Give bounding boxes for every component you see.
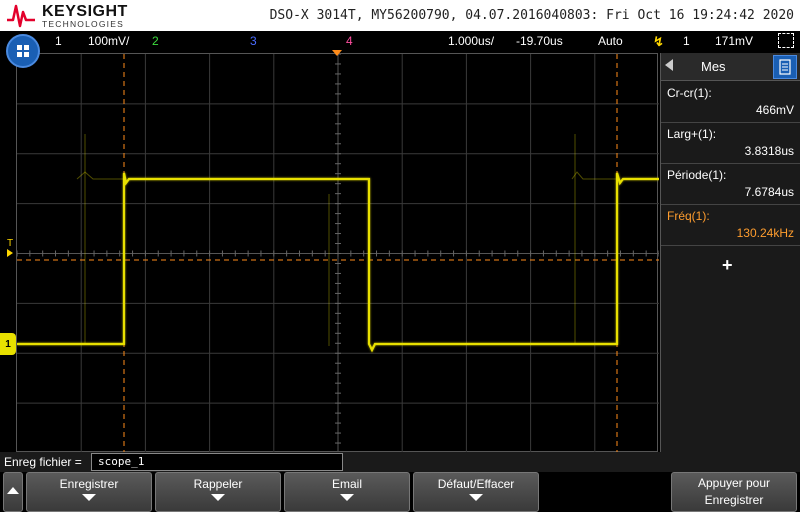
horizontal-delay[interactable]: -19.70us	[516, 34, 563, 48]
grid-menu-icon	[17, 45, 29, 57]
softkey-label-line2: Enregistrer	[704, 493, 764, 507]
ghost-trace	[76, 171, 124, 180]
up-arrow-icon	[7, 487, 19, 494]
measurement-list-icon[interactable]	[773, 55, 797, 79]
measurement-item-frequency[interactable]: Fréq(1): 130.24kHz	[661, 206, 800, 246]
measurement-value: 466mV	[755, 103, 794, 117]
ch1-number[interactable]: 1	[55, 34, 62, 48]
ch1-marker-label: 1	[5, 338, 11, 350]
title-bar: KEYSIGHT TECHNOLOGIES DSO-X 3014T, MY562…	[0, 0, 800, 31]
trigger-level[interactable]: 171mV	[715, 34, 753, 48]
measurement-header: Mes	[661, 53, 800, 81]
measurement-label: Cr-cr(1):	[667, 86, 712, 100]
press-to-save-softkey[interactable]: Appuyer pour Enregistrer	[671, 472, 797, 512]
measurement-value: 7.6784us	[744, 185, 794, 199]
email-softkey[interactable]: Email	[284, 472, 410, 512]
keysight-wave-icon	[7, 4, 35, 28]
measurement-panel: Mes Cr-cr(1): 466mV Larg+(1): 3.8318us P…	[660, 53, 800, 452]
measurement-label: Période(1):	[667, 168, 727, 182]
trigger-level-marker[interactable]: T	[7, 239, 13, 257]
home-button[interactable]	[6, 34, 40, 68]
timebase[interactable]: 1.000us/	[448, 34, 494, 48]
trigger-marker-label: T	[7, 238, 14, 249]
trigger-edge-icon: ↯	[653, 34, 664, 49]
ch1-scale[interactable]: 100mV/	[88, 34, 129, 48]
collapse-arrow-icon[interactable]	[665, 59, 673, 71]
filename-field[interactable]: scope_1	[91, 453, 343, 471]
ch2-number[interactable]: 2	[152, 34, 159, 48]
default-clear-softkey[interactable]: Défaut/Effacer	[413, 472, 539, 512]
waveform-display[interactable]	[16, 53, 659, 453]
measurement-tab-label[interactable]: Mes	[701, 59, 726, 74]
softkey-label: Rappeler	[193, 477, 243, 491]
measurement-item-period[interactable]: Période(1): 7.6784us	[661, 165, 800, 205]
ch4-number[interactable]: 4	[346, 34, 353, 48]
display-zoom-icon[interactable]	[778, 33, 794, 48]
measurement-label: Fréq(1):	[667, 209, 710, 223]
measurement-label: Larg+(1):	[667, 127, 717, 141]
document-icon	[779, 59, 791, 75]
chevron-down-icon	[211, 494, 225, 501]
softkey-label: Défaut/Effacer	[437, 477, 515, 491]
measurement-item-pk-pk[interactable]: Cr-cr(1): 466mV	[661, 83, 800, 123]
device-info: DSO-X 3014T, MY56200790, 04.07.201604080…	[269, 8, 794, 23]
trigger-arrow-icon	[7, 249, 13, 257]
measurement-item-width[interactable]: Larg+(1): 3.8318us	[661, 124, 800, 164]
measurement-value: 3.8318us	[744, 144, 794, 158]
measurement-value: 130.24kHz	[736, 226, 794, 240]
softkey-label: Enregistrer	[59, 477, 119, 491]
brand-subtitle: TECHNOLOGIES	[42, 19, 124, 29]
keysight-logo: KEYSIGHT TECHNOLOGIES	[6, 2, 127, 29]
time-reference-marker[interactable]	[332, 50, 342, 56]
status-bar: 1 100mV/ 2 3 4 1.000us/ -19.70us Auto ↯ …	[0, 31, 800, 51]
graticule-grid	[17, 54, 659, 453]
chevron-down-icon	[340, 494, 354, 501]
recall-softkey[interactable]: Rappeler	[155, 472, 281, 512]
back-button[interactable]	[3, 472, 23, 512]
chevron-down-icon	[82, 494, 96, 501]
save-softkey[interactable]: Enregistrer	[26, 472, 152, 512]
ch3-number[interactable]: 3	[250, 34, 257, 48]
ch1-ground-marker[interactable]: 1	[0, 333, 16, 355]
chevron-down-icon	[469, 494, 483, 501]
add-measurement-button[interactable]: +	[722, 255, 733, 276]
softkey-label: Email	[331, 477, 362, 491]
trigger-mode[interactable]: Auto	[598, 34, 623, 48]
trigger-source[interactable]: 1	[683, 34, 690, 48]
softkey-label-line1: Appuyer pour	[697, 476, 771, 490]
filename-label: Enreg fichier =	[4, 455, 82, 469]
filename-row: Enreg fichier = scope_1	[0, 452, 800, 472]
softkey-bar: Enregistrer Rappeler Email Défaut/Efface…	[0, 472, 800, 512]
